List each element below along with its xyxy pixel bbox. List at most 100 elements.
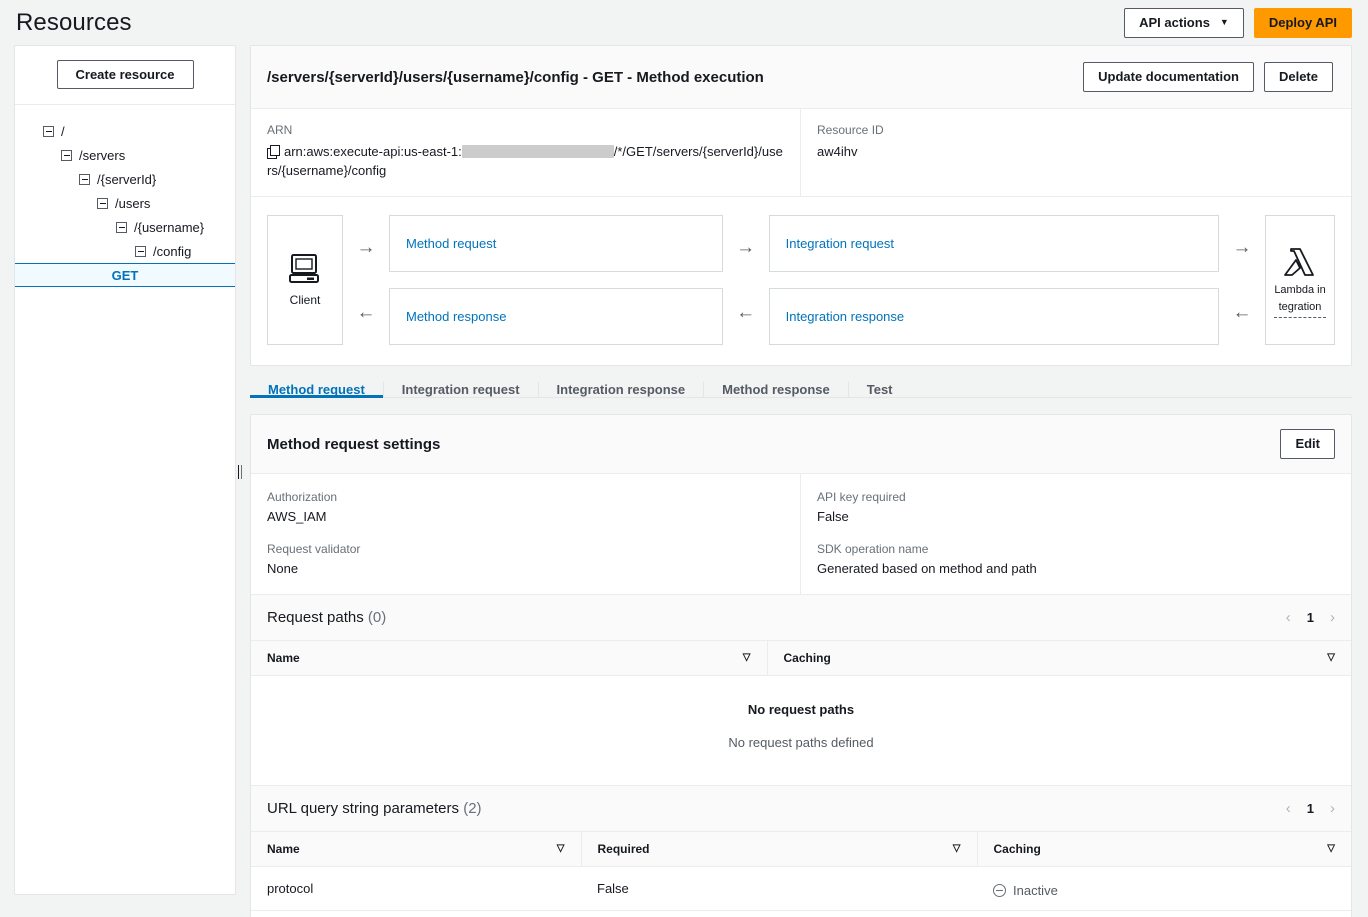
next-page-icon[interactable]: ›	[1330, 609, 1335, 626]
request-paths-header: Request paths (0) ‹ 1 ›	[251, 594, 1351, 641]
delete-button[interactable]: Delete	[1264, 62, 1333, 92]
tree-item-label: /	[61, 124, 65, 139]
method-request-box[interactable]: Method request	[389, 215, 723, 272]
arn-block: ARN arn:aws:execute-api:us-east-1:/*/GET…	[251, 109, 801, 196]
field-label: SDK operation name	[817, 542, 1335, 556]
field-label: Request validator	[267, 542, 784, 556]
cell-name: sourceIp	[251, 911, 581, 917]
arn-value: arn:aws:execute-api:us-east-1:/*/GET/ser…	[267, 142, 784, 180]
body-wrapper: Create resource / /servers /{serverId}	[0, 45, 1368, 917]
create-resource-button[interactable]: Create resource	[57, 60, 194, 89]
column-header-caching[interactable]: Caching ▽	[977, 832, 1351, 867]
top-header: Resources API actions ▼ Deploy API	[0, 0, 1368, 45]
sort-descending-icon[interactable]: ▽	[557, 844, 565, 854]
query-string-parameters-count: (2)	[463, 800, 481, 817]
tree-item-servers[interactable]: /servers	[15, 143, 235, 167]
collapse-icon[interactable]	[116, 222, 127, 233]
previous-page-icon[interactable]: ‹	[1286, 800, 1291, 817]
deploy-api-button[interactable]: Deploy API	[1254, 8, 1352, 38]
arrow-left-icon: ←	[1233, 283, 1252, 343]
chevron-down-icon: ▼	[1220, 18, 1229, 27]
update-documentation-button[interactable]: Update documentation	[1083, 62, 1254, 92]
api-gateway-resources-page: Resources API actions ▼ Deploy API Creat…	[0, 0, 1368, 917]
header-actions: API actions ▼ Deploy API	[1124, 8, 1352, 38]
method-response-box[interactable]: Method response	[389, 288, 723, 345]
tree-item-label: /servers	[79, 148, 125, 163]
column-header-name[interactable]: Name ▽	[251, 641, 767, 676]
request-paths-count: (0)	[368, 609, 386, 626]
query-string-parameters-title-text: URL query string parameters	[267, 800, 459, 817]
lambda-integration-label: Lambda integration	[1274, 282, 1326, 318]
integration-request-box[interactable]: Integration request	[769, 215, 1219, 272]
tree-item-config[interactable]: /config	[15, 239, 235, 263]
tree-item-serverid[interactable]: /{serverId}	[15, 167, 235, 191]
method-response-link[interactable]: Method response	[406, 309, 506, 324]
method-request-settings-title: Method request settings	[267, 436, 1280, 453]
tree-item-username[interactable]: /{username}	[15, 215, 235, 239]
sort-descending-icon[interactable]: ▽	[743, 653, 751, 663]
status-badge-inactive: Inactive	[993, 883, 1058, 898]
integration-request-link[interactable]: Integration request	[786, 236, 894, 251]
sort-descending-icon[interactable]: ▽	[1327, 844, 1335, 854]
integration-response-link[interactable]: Integration response	[786, 309, 905, 324]
collapse-icon[interactable]	[79, 174, 90, 185]
sort-descending-icon[interactable]: ▽	[953, 844, 961, 854]
tab-method-request[interactable]: Method request	[250, 382, 384, 397]
field-value: None	[267, 561, 784, 576]
table-row[interactable]: protocol False Inactive	[251, 867, 1351, 911]
table-header-row: Name ▽ Caching ▽	[251, 641, 1351, 676]
settings-column-right: API key required False SDK operation nam…	[801, 474, 1351, 594]
column-label: Caching	[994, 842, 1328, 856]
tree-item-root[interactable]: /	[15, 119, 235, 143]
query-string-parameters-header: URL query string parameters (2) ‹ 1 ›	[251, 785, 1351, 832]
main-content: /servers/{serverId}/users/{username}/con…	[250, 45, 1352, 917]
method-request-link[interactable]: Method request	[406, 236, 496, 251]
method-request-settings-panel: Method request settings Edit Authorizati…	[250, 414, 1352, 917]
collapse-icon[interactable]	[43, 126, 54, 137]
api-actions-button[interactable]: API actions ▼	[1124, 8, 1244, 38]
cell-name: protocol	[251, 867, 581, 911]
resource-id-value: aw4ihv	[817, 142, 1335, 161]
lambda-integration-node[interactable]: Lambda integration	[1265, 215, 1335, 345]
edit-button[interactable]: Edit	[1280, 429, 1335, 459]
page-number[interactable]: 1	[1307, 801, 1314, 816]
next-page-icon[interactable]: ›	[1330, 800, 1335, 817]
api-actions-label: API actions	[1139, 15, 1210, 31]
client-node: Client	[267, 215, 343, 345]
sidebar-resize-handle[interactable]	[237, 464, 243, 480]
tab-integration-request[interactable]: Integration request	[384, 382, 539, 397]
column-header-required[interactable]: Required ▽	[581, 832, 977, 867]
tab-method-response[interactable]: Method response	[704, 382, 849, 397]
integration-response-box[interactable]: Integration response	[769, 288, 1219, 345]
arn-prefix: arn:aws:execute-api:us-east-1:	[284, 144, 462, 159]
tree-item-method-get[interactable]: GET	[15, 263, 235, 287]
query-string-parameters-table: Name ▽ Required ▽	[251, 832, 1351, 917]
client-label: Client	[290, 293, 321, 307]
minus-circle-icon	[993, 884, 1006, 897]
page-number[interactable]: 1	[1307, 610, 1314, 625]
request-paths-title-text: Request paths	[267, 609, 364, 626]
client-monitor-icon	[288, 254, 322, 284]
field-request-validator: Request validator None	[267, 542, 784, 576]
tab-test[interactable]: Test	[849, 382, 911, 397]
collapse-icon[interactable]	[61, 150, 72, 161]
arrow-right-icon: →	[736, 218, 755, 278]
collapse-icon[interactable]	[135, 246, 146, 257]
arrow-right-icon: →	[1233, 218, 1252, 278]
integration-column: Integration request Integration response	[769, 215, 1219, 345]
copy-icon[interactable]	[267, 146, 279, 158]
resources-sidebar: Create resource / /servers /{serverId}	[14, 45, 236, 895]
cell-caching: Inactive	[977, 911, 1351, 917]
table-row[interactable]: sourceIp False Inactive	[251, 911, 1351, 917]
tab-integration-response[interactable]: Integration response	[539, 382, 705, 397]
collapse-icon[interactable]	[97, 198, 108, 209]
column-header-name[interactable]: Name ▽	[251, 832, 581, 867]
sort-descending-icon[interactable]: ▽	[1327, 653, 1335, 663]
field-value: AWS_IAM	[267, 509, 784, 524]
tree-item-users[interactable]: /users	[15, 191, 235, 215]
previous-page-icon[interactable]: ‹	[1286, 609, 1291, 626]
settings-column-left: Authorization AWS_IAM Request validator …	[251, 474, 801, 594]
tree-item-label: /{username}	[134, 220, 204, 235]
method-tabs: Method request Integration request Integ…	[250, 382, 1352, 398]
column-header-caching[interactable]: Caching ▽	[767, 641, 1351, 676]
